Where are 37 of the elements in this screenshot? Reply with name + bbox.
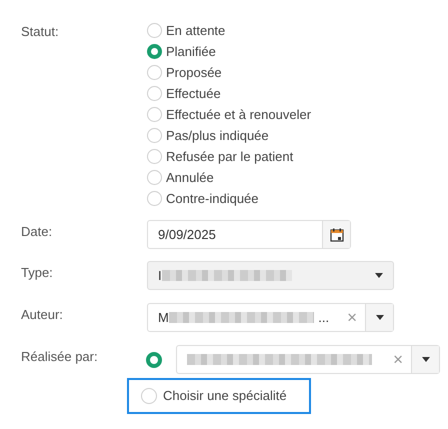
radio-label[interactable]: Refusée par le patient [166,146,294,166]
radio-label[interactable]: Pas/plus indiquée [166,126,269,146]
radio-button[interactable] [147,86,162,101]
ellipsis-text: ... [318,308,330,327]
field-label: Statut: [21,23,60,41]
radio-label[interactable]: Effectuée et à renouveler [166,104,312,124]
field-value: 9/09/2025 [158,226,216,244]
radio-label[interactable]: Effectuée [166,84,221,104]
radio-button[interactable] [147,107,162,122]
type-select[interactable]: I [147,261,394,290]
field-label: Réalisée par: [21,348,99,366]
radio-button[interactable] [147,44,162,59]
date-field[interactable]: 9/09/2025 [147,220,351,249]
caret-icon[interactable] [376,315,384,320]
author-select[interactable]: M ... × [147,303,394,332]
radio-option[interactable]: Choisir une spécialité [127,378,311,414]
calendar-icon[interactable] [330,228,344,242]
field-label: Type: [21,264,54,282]
field-label: Auteur: [21,306,64,324]
caret-icon[interactable] [422,357,430,362]
radio-button[interactable] [147,149,162,164]
field-value: I [158,266,162,285]
radio-button[interactable] [147,23,162,38]
radio-label[interactable]: Proposée [166,62,222,82]
caret-icon[interactable] [375,273,383,278]
radio-label[interactable]: En attente [166,20,226,40]
radio-button[interactable] [141,388,157,404]
radio-label[interactable]: Planifiée [166,42,216,62]
radio-button[interactable] [147,65,162,80]
radio-button[interactable] [146,352,162,368]
radio-label[interactable]: Annulée [166,168,214,188]
radio-label[interactable]: Contre-indiquée [166,188,259,208]
radio-button[interactable] [147,170,162,185]
field-value: M [158,308,169,327]
radio-button[interactable] [147,128,162,143]
field-label: Date: [21,223,54,241]
radio-button[interactable] [147,191,162,206]
